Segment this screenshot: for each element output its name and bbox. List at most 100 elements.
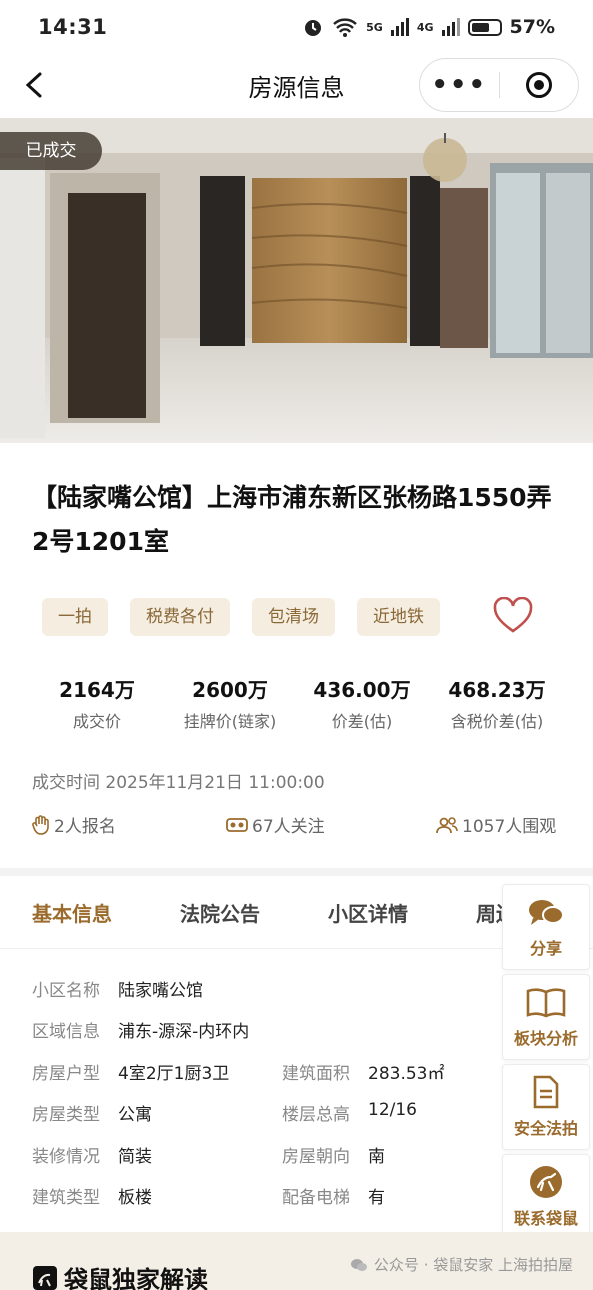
info-label: 区域信息 (32, 1022, 100, 1042)
heart-icon[interactable] (492, 597, 534, 635)
tag-clearance: 包清场 (252, 598, 335, 636)
info-value: 浦东-源深-内环内 (118, 1022, 250, 1042)
signal-4g-label: 4G (416, 20, 434, 34)
info-label: 房屋户型 (32, 1064, 100, 1084)
battery-percent: 57% (509, 16, 555, 38)
signup-count: 2人报名 (32, 812, 116, 837)
info-row: 装修情况 简装 (32, 1142, 152, 1172)
section-divider (0, 868, 593, 876)
info-value: 12/16 (368, 1100, 417, 1120)
kangaroo-logo-icon (530, 1166, 562, 1198)
section-heading: 袋鼠独家解读 (32, 1260, 208, 1290)
area-analysis-label: 板块分析 (513, 1029, 578, 1048)
info-label: 房屋朝向 (282, 1147, 350, 1167)
stat-label: 成交价 (72, 712, 121, 731)
wechat-icon (350, 1258, 367, 1271)
page-title: 房源信息 (248, 73, 345, 102)
deal-time-label: 成交时间 (32, 773, 100, 793)
info-value: 简装 (118, 1147, 152, 1167)
people-icon (436, 816, 458, 833)
deal-time-value: 2025年11月21日 11:00:00 (105, 773, 325, 793)
kangaroo-logo-icon (33, 1265, 57, 1290)
vr-glasses-icon (226, 817, 248, 832)
share-label: 分享 (529, 939, 562, 958)
open-book-icon (526, 988, 566, 1018)
close-button[interactable] (500, 72, 579, 98)
status-bar: 14:31 5G 4G 57% (0, 0, 593, 54)
tab-community-detail[interactable]: 小区详情 (328, 898, 408, 927)
battery-icon (467, 18, 502, 36)
stat-label: 含税价差(估) (450, 712, 544, 731)
document-icon (533, 1075, 559, 1109)
stat-value: 468.23万 (448, 678, 546, 702)
stat-value: 2600万 (192, 678, 268, 702)
info-value: 4室2厅1厨3卫 (118, 1064, 230, 1084)
watch-count: 1057人围观 (436, 812, 556, 837)
signal-icon (390, 18, 409, 36)
info-value: 陆家嘴公馆 (118, 981, 203, 1001)
signal-5g-label: 5G (366, 20, 383, 34)
stat-value: 436.00万 (313, 678, 411, 702)
signal-icon (441, 18, 460, 36)
info-label: 房屋类型 (32, 1105, 100, 1125)
stat-value: 2164万 (59, 678, 135, 702)
info-value: 南 (368, 1147, 385, 1167)
hand-icon (32, 814, 49, 835)
tab-basic-info[interactable]: 基本信息 (32, 898, 112, 927)
tab-court-notice[interactable]: 法院公告 (180, 898, 260, 927)
share-button[interactable]: 分享 (502, 884, 590, 970)
more-dots-icon[interactable]: ••• (420, 70, 499, 100)
safe-auction-label: 安全法拍 (513, 1119, 578, 1138)
area-analysis-button[interactable]: 板块分析 (502, 974, 590, 1060)
section-heading-text: 袋鼠独家解读 (64, 1266, 208, 1290)
info-row: 楼层总高 12/16 (282, 1100, 417, 1130)
stat-label: 价差(估) (331, 712, 393, 731)
stat-tax-diff: 468.23万 含税价差(估) (436, 674, 558, 732)
stat-list-price: 2600万 挂牌价(链家) (168, 674, 292, 732)
alarm-icon (305, 20, 322, 36)
stat-deal-price: 2164万 成交价 (44, 674, 150, 732)
target-circle-icon (525, 72, 552, 98)
signup-text: 2人报名 (54, 817, 116, 837)
info-row: 房屋朝向 南 (282, 1142, 385, 1172)
property-title: 【陆家嘴公馆】上海市浦东新区张杨路1550弄2号1201室 (32, 483, 552, 556)
nav-bar: 房源信息 ••• (0, 54, 593, 116)
status-icons: 5G 4G 57% (302, 16, 555, 38)
tag-list: 一拍 税费各付 包清场 近地铁 (42, 598, 440, 636)
wifi-icon (333, 18, 357, 37)
property-photo[interactable]: 已成交 (0, 118, 593, 443)
exclusive-analysis-section: 袋鼠独家解读 公众号 · 袋鼠安家 上海拍拍屋 (0, 1232, 593, 1290)
info-label: 装修情况 (32, 1147, 100, 1167)
sold-badge: 已成交 (0, 132, 102, 170)
info-label: 建筑类型 (32, 1188, 100, 1208)
chat-bubbles-icon (529, 900, 564, 925)
contact-label: 联系袋鼠 (513, 1209, 578, 1228)
info-label: 建筑面积 (282, 1064, 350, 1084)
info-row: 区域信息 浦东-源深-内环内 (32, 1017, 249, 1047)
watermark-text: 公众号 · 袋鼠安家 上海拍拍屋 (373, 1256, 573, 1274)
contact-button[interactable]: 联系袋鼠 (502, 1154, 590, 1240)
stat-label: 挂牌价(链家) (183, 712, 277, 731)
stat-price-diff: 436.00万 价差(估) (306, 674, 418, 732)
info-row: 配备电梯 有 (282, 1183, 385, 1213)
info-label: 配备电梯 (282, 1188, 350, 1208)
chevron-left-icon[interactable] (20, 68, 50, 102)
tag-first-auction: 一拍 (42, 598, 108, 636)
safe-auction-button[interactable]: 安全法拍 (502, 1064, 590, 1150)
info-value: 板楼 (118, 1188, 152, 1208)
info-label: 小区名称 (32, 981, 100, 1001)
engagement-counts: 2人报名 67人关注 1057人围观 (32, 812, 572, 838)
info-row: 房屋类型 公寓 (32, 1100, 152, 1130)
mini-program-capsule: ••• (419, 58, 579, 112)
info-value: 283.53㎡ (368, 1064, 445, 1084)
status-time: 14:31 (38, 15, 108, 39)
info-row: 建筑类型 板楼 (32, 1183, 152, 1213)
info-value: 有 (368, 1188, 385, 1208)
follow-text: 67人关注 (252, 817, 325, 837)
tag-metro: 近地铁 (357, 598, 440, 636)
info-row: 房屋户型 4室2厅1厨3卫 (32, 1059, 229, 1089)
watch-text: 1057人围观 (462, 817, 557, 837)
follow-count: 67人关注 (226, 812, 325, 837)
info-row: 小区名称 陆家嘴公馆 (32, 976, 203, 1006)
info-value: 公寓 (118, 1105, 152, 1125)
